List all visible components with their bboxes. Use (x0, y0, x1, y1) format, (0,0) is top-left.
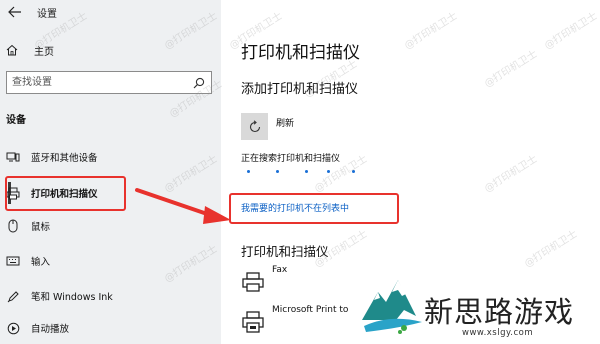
settings-sidebar: 设置 主页 设备 蓝牙和其他设备 打印机和扫描仪 鼠标 (0, 0, 221, 344)
bluetooth-devices-icon (6, 150, 20, 164)
print-to-pdf-icon (242, 311, 264, 333)
sidebar-item-label: 输入 (31, 257, 51, 268)
refresh-icon (249, 119, 260, 132)
add-section-title: 添加打印机和扫描仪 (241, 82, 359, 97)
search-icon[interactable] (193, 77, 205, 89)
page-title: 打印机和扫描仪 (241, 43, 360, 63)
refresh-label[interactable]: 刷新 (276, 116, 294, 129)
back-arrow-icon[interactable] (8, 6, 22, 18)
annotation-arrow (135, 188, 231, 224)
printer-name: Fax (272, 265, 288, 275)
sidebar-item-label: 鼠标 (31, 222, 51, 233)
logo-url: www.xslgy.com (462, 328, 534, 338)
keyboard-icon (6, 254, 20, 268)
printer-not-listed-link[interactable]: 我需要的打印机不在列表中 (241, 201, 349, 214)
sidebar-item-label: 笔和 Windows Ink (31, 292, 113, 303)
sidebar-item-autoplay[interactable]: 自动播放 (4, 317, 219, 339)
refresh-button[interactable] (241, 113, 268, 140)
sidebar-item-bluetooth[interactable]: 蓝牙和其他设备 (4, 146, 219, 168)
mountain-logo-icon (362, 280, 422, 334)
highlight-box-printers (5, 176, 126, 211)
window-title: 设置 (37, 9, 57, 20)
sidebar-item-pen[interactable]: 笔和 Windows Ink (4, 285, 219, 307)
home-nav-item[interactable]: 主页 (6, 41, 54, 59)
search-box[interactable] (6, 71, 212, 94)
progress-dots (247, 170, 367, 176)
progress-dot (327, 170, 330, 173)
progress-dot (352, 170, 355, 173)
progress-dot (247, 170, 250, 173)
section-title-devices: 设备 (6, 115, 26, 126)
pen-icon (6, 289, 20, 303)
progress-dot (276, 170, 279, 173)
printer-name: Microsoft Print to (272, 305, 349, 315)
home-label: 主页 (34, 46, 54, 58)
logo-text: 新思路游戏 (424, 295, 575, 329)
search-input[interactable] (7, 72, 187, 93)
sidebar-item-label: 蓝牙和其他设备 (31, 153, 98, 164)
sidebar-item-label: 自动播放 (31, 324, 70, 335)
home-icon (6, 44, 18, 56)
searching-status: 正在搜索打印机和扫描仪 (241, 154, 341, 164)
fax-icon (242, 272, 264, 292)
printers-list-title: 打印机和扫描仪 (241, 244, 329, 259)
autoplay-icon (6, 321, 20, 335)
sidebar-item-input[interactable]: 输入 (4, 250, 219, 272)
progress-dot (305, 170, 308, 173)
mouse-icon (6, 219, 20, 233)
